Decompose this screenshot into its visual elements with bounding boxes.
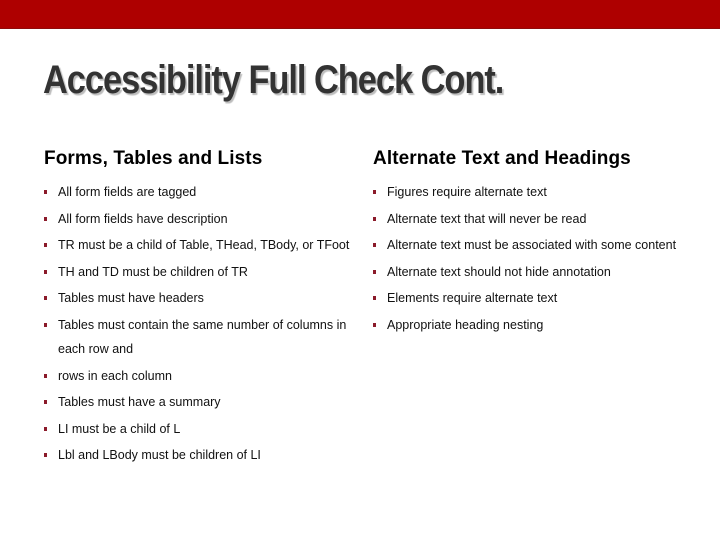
header-accent-bar <box>0 0 720 29</box>
list-item: TR must be a child of Table, THead, TBod… <box>44 233 354 257</box>
list-item-text: rows in each column <box>58 368 172 383</box>
bullet-icon <box>44 322 47 327</box>
bullet-icon <box>44 296 47 301</box>
list-item-text: TH and TD must be children of TR <box>58 264 248 279</box>
list-item: Alternate text that will never be read <box>373 207 683 231</box>
list-item-text: Figures require alternate text <box>387 185 547 199</box>
bullet-icon <box>44 373 47 378</box>
bullet-icon <box>44 269 47 274</box>
list-item-text: Alternate text that will never be read <box>387 211 587 226</box>
left-column: Forms, Tables and Lists All form fields … <box>44 147 354 470</box>
list-item: Appropriate heading nesting <box>373 313 683 337</box>
bullet-icon <box>373 322 376 327</box>
bullet-icon <box>44 216 47 221</box>
bullet-icon <box>44 190 47 194</box>
right-column: Alternate Text and Headings Figures requ… <box>373 147 683 340</box>
list-item: Alternate text must be associated with s… <box>373 233 683 257</box>
bullet-icon <box>44 400 47 405</box>
list-item: rows in each column <box>44 364 354 388</box>
list-item-text: Alternate text must be associated with s… <box>387 238 677 253</box>
list-item: Alternate text should not hide annotatio… <box>373 260 683 284</box>
list-item-text: Alternate text should not hide annotatio… <box>387 264 611 279</box>
list-item: Tables must contain the same number of c… <box>44 313 354 361</box>
right-bullet-list: Figures require alternate text Alternate… <box>373 180 683 337</box>
list-item: Lbl and LBody must be children of LI <box>44 443 354 467</box>
list-item: All form fields are tagged <box>44 180 354 204</box>
bullet-icon <box>373 216 376 221</box>
list-item-text: Elements require alternate text <box>387 291 558 306</box>
list-item-text: Lbl and LBody must be children of LI <box>58 448 261 463</box>
list-item: Tables must have a summary <box>44 390 354 414</box>
right-column-heading: Alternate Text and Headings <box>373 148 631 169</box>
left-column-heading: Forms, Tables and Lists <box>44 148 263 169</box>
left-bullet-list: All form fields are tagged All form fiel… <box>44 180 354 467</box>
bullet-icon <box>373 296 376 301</box>
list-item: Tables must have headers <box>44 286 354 310</box>
slide-title: Accessibility Full Check Cont. <box>43 58 504 102</box>
list-item-text: All form fields are tagged <box>58 185 197 199</box>
list-item: All form fields have description <box>44 207 354 231</box>
bullet-icon <box>44 243 47 248</box>
bullet-icon <box>373 243 376 248</box>
bullet-icon <box>44 426 47 431</box>
list-item-text: Tables must have headers <box>58 291 204 306</box>
list-item: TH and TD must be children of TR <box>44 260 354 284</box>
list-item-text: LI must be a child of L <box>58 421 181 436</box>
list-item: Figures require alternate text <box>373 180 683 204</box>
list-item-text: All form fields have description <box>58 211 228 226</box>
list-item-text: Tables must contain the same number of c… <box>58 317 347 356</box>
list-item: LI must be a child of L <box>44 417 354 441</box>
list-item-text: Appropriate heading nesting <box>387 317 544 332</box>
list-item: Elements require alternate text <box>373 286 683 310</box>
bullet-icon <box>373 269 376 274</box>
list-item-text: Tables must have a summary <box>58 395 221 410</box>
bullet-icon <box>44 453 47 458</box>
list-item-text: TR must be a child of Table, THead, TBod… <box>58 238 350 253</box>
bullet-icon <box>373 190 376 194</box>
